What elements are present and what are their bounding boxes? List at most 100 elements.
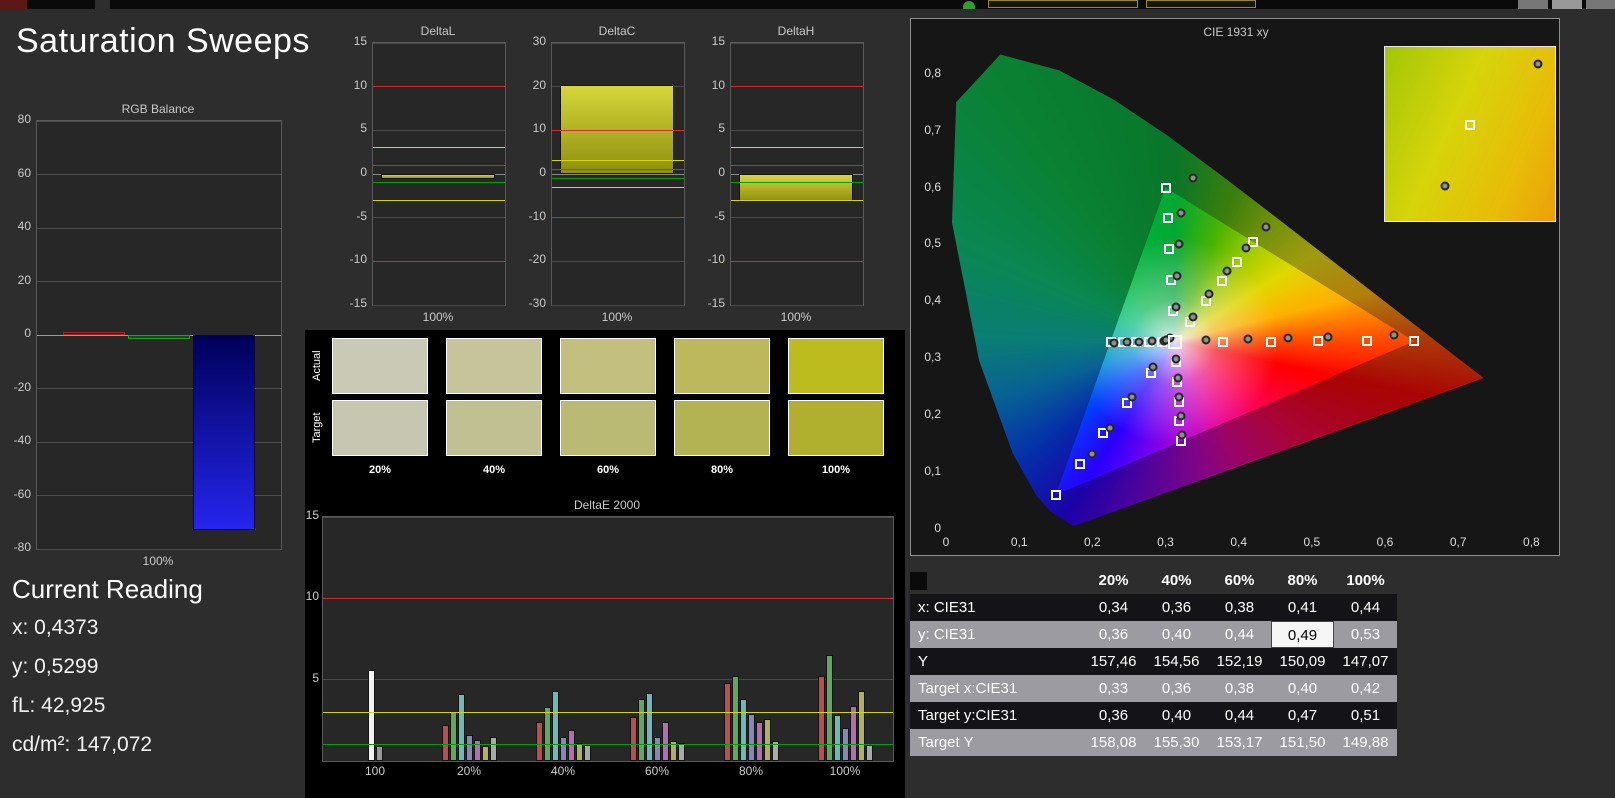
deltae-bar xyxy=(732,676,739,761)
cie-target-square xyxy=(1361,336,1372,347)
current-reading: Current Reading x: 0,4373 y: 0,5299 fL: … xyxy=(12,574,312,774)
deltae-bar xyxy=(662,721,669,761)
cie-measurement-dot xyxy=(1188,312,1198,322)
x-tick-label: 60% xyxy=(644,764,670,778)
y-tick-label: 30 xyxy=(532,34,546,48)
column-header: 20% xyxy=(1098,572,1129,589)
table-header-row: 20% 40% 60% 80% 100% xyxy=(910,568,1397,594)
row-label: y: CIE31 xyxy=(918,626,976,643)
deltae-bar xyxy=(748,713,755,761)
window-controls[interactable] xyxy=(1518,0,1615,9)
app-icon[interactable] xyxy=(0,0,27,9)
table-cell[interactable]: 0,42 xyxy=(1334,675,1397,702)
toolbar-group[interactable] xyxy=(1146,0,1256,8)
table-cell[interactable]: 0,40 xyxy=(1145,621,1208,648)
cie-measurement-dot xyxy=(1177,430,1187,440)
table-cell[interactable]: 152,19 xyxy=(1208,648,1271,675)
table-cell[interactable]: 0,38 xyxy=(1208,675,1271,702)
deltae-bar xyxy=(576,743,583,761)
y-tick-label: 5 xyxy=(360,121,367,136)
y-tick-label: -20 xyxy=(528,252,546,267)
chart-title: RGB Balance xyxy=(121,102,195,116)
gridline xyxy=(552,42,684,44)
table-cell[interactable]: 0,38 xyxy=(1208,594,1271,621)
table-cell[interactable]: 0,36 xyxy=(1145,675,1208,702)
current-reading-title: Current Reading xyxy=(12,574,203,604)
x-tick-label: 100 xyxy=(364,764,386,778)
swatch-col-label: 60% xyxy=(596,464,620,476)
deltae-bar xyxy=(866,744,873,761)
table-cell[interactable]: 0,44 xyxy=(1208,702,1271,729)
table-cell[interactable]: 154,56 xyxy=(1145,648,1208,675)
cie-chart-panel: CIE 1931 xy 0 0,1 0,2 0,3 0,4 0,5 0,6 0,7 0,8 0 0,… xyxy=(910,18,1560,556)
table-cell[interactable]: 0,40 xyxy=(1145,702,1208,729)
table-cell[interactable]: 0,44 xyxy=(1208,621,1271,648)
table-cell[interactable]: 155,30 xyxy=(1145,729,1208,756)
gridline xyxy=(37,227,281,229)
cie-measurement-dot xyxy=(1176,208,1186,218)
chart-title: DeltaC xyxy=(598,24,636,38)
red-limit-line xyxy=(373,86,505,88)
rgb-bar-blue xyxy=(193,335,255,531)
gridline xyxy=(373,129,505,131)
table-cell[interactable]: 151,50 xyxy=(1271,729,1334,756)
table-cell[interactable]: 0,36 xyxy=(1082,621,1145,648)
inset-measurement-dot xyxy=(1533,59,1543,69)
toolbar-group[interactable] xyxy=(988,0,1138,8)
table-cell[interactable]: 0,36 xyxy=(1145,594,1208,621)
table-cell[interactable]: 0,41 xyxy=(1271,594,1334,621)
cie-measurement-dot xyxy=(1283,333,1293,343)
delta-bar xyxy=(739,174,853,202)
rgb-balance-chart: RGB Balance 100% 80 60 40 20 0 -20 -40 -60 -80 xyxy=(8,100,298,574)
swatch-target xyxy=(788,400,884,456)
yellow-limit-line xyxy=(373,199,505,201)
swatch-col-label: 100% xyxy=(821,464,851,476)
cie-target-square xyxy=(1160,182,1171,193)
table-cell[interactable]: 147,07 xyxy=(1334,648,1397,675)
table-cell[interactable]: 149,88 xyxy=(1334,729,1397,756)
cie-target-square xyxy=(1232,256,1243,267)
deltae-bar xyxy=(740,699,747,761)
yellow-limit-line xyxy=(552,186,684,188)
x-tick-label: 0 xyxy=(942,535,950,549)
delta-charts-row: DeltaL 15 10 5 0 -5 -10 -15 100% DeltaC 30 20 10 0 -10… xyxy=(332,24,907,324)
x-tick-label: 20% xyxy=(456,764,482,778)
table-cell[interactable]: 158,08 xyxy=(1082,729,1145,756)
table-cell[interactable]: 0,40 xyxy=(1271,675,1334,702)
y-tick-label: 10 xyxy=(532,121,546,136)
x-tick-label: 0,6 xyxy=(1376,535,1394,549)
y-tick-label: 10 xyxy=(711,77,725,92)
deltae-bar xyxy=(638,699,645,761)
table-cell[interactable]: 153,17 xyxy=(1208,729,1271,756)
x-tick-label: 0,8 xyxy=(1523,535,1540,549)
page-title: Saturation Sweeps xyxy=(16,22,310,60)
y-tick-label: -10 xyxy=(707,252,725,267)
table-cell[interactable]: 0,51 xyxy=(1334,702,1397,729)
table-cell[interactable]: 157,46 xyxy=(1082,648,1145,675)
table-cell[interactable]: 0,33 xyxy=(1082,675,1145,702)
gridline xyxy=(373,304,505,306)
gridline xyxy=(552,260,684,262)
table-cell[interactable]: 0,53 xyxy=(1334,621,1397,648)
x-tick-label: 80% xyxy=(738,764,764,778)
table-row: Target x:CIE31 0,33 0,36 0,38 0,40 0,42 xyxy=(910,675,1397,702)
x-tick-label: 0,7 xyxy=(1449,535,1467,549)
table-cell[interactable]: 0,44 xyxy=(1334,594,1397,621)
y-tick-label: -60 xyxy=(13,486,31,501)
toolbar-button[interactable] xyxy=(95,0,110,9)
deltae-plot xyxy=(322,516,894,762)
app-window: Saturation Sweeps RGB Balance 100% 80 60 4… xyxy=(0,0,1615,798)
table-cell-selected[interactable]: 0,49 xyxy=(1271,621,1334,648)
y-tick-label: -30 xyxy=(528,296,546,310)
deltae-bar xyxy=(368,669,375,761)
table-cell[interactable]: 0,47 xyxy=(1271,702,1334,729)
table-cell[interactable]: 0,36 xyxy=(1082,702,1145,729)
measurement-table: 20% 40% 60% 80% 100% x: CIE31 0,34 0,36 0,38 0,41… xyxy=(910,568,1397,758)
table-cell[interactable]: 150,09 xyxy=(1271,648,1334,675)
cie-measurement-dot xyxy=(1241,243,1251,253)
status-led-icon xyxy=(963,1,975,9)
swatch-actual xyxy=(674,338,770,394)
cie-measurement-dot xyxy=(1172,271,1182,281)
table-cell[interactable]: 0,34 xyxy=(1082,594,1145,621)
cie-measurement-dot xyxy=(1243,334,1253,344)
